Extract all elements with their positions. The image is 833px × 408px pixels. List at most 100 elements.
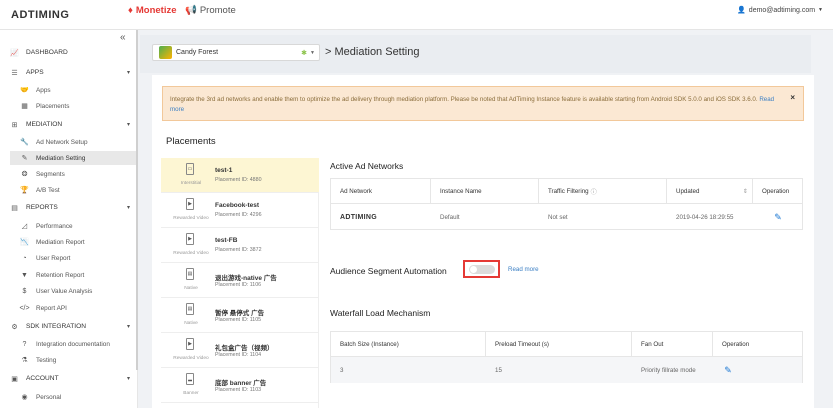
handshake-icon: 🤝: [20, 87, 29, 94]
segment-toggle-switch[interactable]: [469, 265, 495, 274]
nav-promote[interactable]: 📢 Promote: [185, 5, 236, 16]
info-icon: ⓘ: [590, 189, 597, 196]
cogs-icon: ⚙: [11, 323, 18, 331]
megaphone-icon: 📢: [185, 5, 197, 16]
area-chart-icon: ◿: [21, 223, 28, 230]
line-chart-icon: 📉: [20, 239, 29, 246]
list-icon: ☰: [11, 69, 18, 77]
caret-down-icon: ▼: [310, 49, 315, 56]
pie-chart-icon: ◔: [22, 254, 27, 262]
top-bar: ADTIMING ♦ Monetize 📢 Promote 👤 demo@adt…: [0, 0, 833, 30]
segment-read-more-link[interactable]: Read more: [508, 266, 539, 273]
column-header: Batch Size (Instance): [331, 332, 486, 357]
sort-icon: ⇕: [742, 188, 748, 195]
help-icon: ?: [22, 340, 27, 348]
placement-item[interactable]: ▂ Banner 底部 banner 广告 Placement ID: 1103: [161, 368, 319, 403]
placement-item[interactable]: ▶ Rewarded Video test-FB Placement ID: 3…: [161, 228, 319, 263]
sidebar-item-personal[interactable]: ◉ Personal: [20, 390, 137, 404]
banner-icon: ▂: [186, 373, 194, 385]
active-ad-networks-heading: Active Ad Networks: [330, 161, 404, 171]
id-card-icon: ▣: [11, 375, 18, 383]
sidebar-section-dashboard[interactable]: 📈 DASHBOARD: [10, 48, 130, 57]
sidebar-section-mediation[interactable]: ⊞ MEDIATION ▾: [10, 120, 130, 129]
sidebar-item-report-api[interactable]: </> Report API: [19, 301, 137, 315]
android-icon: ✱: [301, 49, 307, 57]
sidebar-item-ab-test[interactable]: 🏆 A/B Test: [20, 183, 137, 197]
user-circle-icon: ◉: [21, 394, 28, 401]
chart-line-icon: 📈: [10, 49, 19, 57]
app-thumbnail: [159, 46, 172, 59]
sidebar-section-apps[interactable]: ☰ APPS ▾: [10, 68, 130, 77]
instance-name: Default: [440, 213, 460, 221]
sidebar-section-reports[interactable]: ▤ REPORTS ▾: [10, 203, 130, 212]
column-header: Operation: [722, 341, 750, 348]
batch-size: 3: [340, 366, 344, 374]
rewarded-video-icon: ▶: [186, 198, 194, 210]
chevron-down-icon: ▾: [126, 70, 130, 76]
info-alert: Integrate the 3rd ad networks and enable…: [162, 86, 804, 121]
nav-monetize[interactable]: ♦ Monetize: [128, 5, 177, 16]
sidebar-scrollbar[interactable]: [136, 30, 138, 370]
sidebar-item-mediation-setting[interactable]: ✎ Mediation Setting: [10, 151, 137, 165]
placement-item[interactable]: ▶ Rewarded Video Facebook-test Placement…: [161, 193, 319, 228]
sidebar-item-ad-network-setup[interactable]: 🔧 Ad Network Setup: [20, 135, 137, 149]
sidebar-item-user-report[interactable]: ◔ User Report: [20, 251, 137, 265]
collapse-sidebar-icon[interactable]: «: [120, 32, 126, 43]
sidebar-item-segments[interactable]: ❂ Segments: [20, 167, 137, 181]
chevron-down-icon: ▾: [126, 324, 130, 330]
sidebar-item-user-value-analysis[interactable]: $ User Value Analysis: [20, 284, 137, 298]
traffic-filtering: Not set: [548, 213, 568, 221]
sidebar-item-integration-documentation[interactable]: ? Integration documentation: [20, 337, 137, 351]
page-title: > Mediation Setting: [325, 46, 420, 58]
placement-item[interactable]: ▤ Native 暂停 悬停式 广告 Placement ID: 1105: [161, 298, 319, 333]
chevron-down-icon: ▾: [126, 205, 130, 211]
filter-icon: ▼: [21, 271, 28, 279]
edit-pencil-icon[interactable]: ✎: [753, 204, 803, 230]
app-selector[interactable]: Candy Forest ✱ ▼: [152, 44, 320, 61]
grid-icon: ▦: [21, 103, 28, 110]
user-menu[interactable]: 👤 demo@adtiming.com ▼: [737, 6, 823, 15]
waterfall-heading: Waterfall Load Mechanism: [330, 308, 431, 318]
waterfall-table: Batch Size (Instance) Preload Timeout (s…: [330, 331, 803, 383]
column-header: Instance Name: [431, 179, 539, 204]
column-header: Fan Out: [632, 332, 713, 357]
sidebar-item-testing[interactable]: ⚗ Testing: [20, 353, 137, 367]
column-header: Traffic Filtering ⓘ: [539, 179, 667, 204]
diamond-icon: ♦: [128, 5, 133, 16]
interstitial-icon: ▭: [186, 163, 194, 175]
sidebar-section-account[interactable]: ▣ ACCOUNT ▾: [10, 374, 130, 383]
rewarded-video-icon: ▶: [186, 233, 194, 245]
sidebar-item-performance[interactable]: ◿ Performance: [20, 219, 137, 233]
preload-timeout: 15: [495, 366, 502, 374]
column-header-sortable[interactable]: Updated ⇕: [667, 179, 753, 204]
wrench-icon: 🔧: [20, 139, 29, 146]
sidebar-section-sdk-integration[interactable]: ⚙ SDK INTEGRATION ▾: [10, 322, 130, 331]
fan-out-mode: Priority fillrate mode: [641, 366, 696, 374]
placement-item[interactable]: ▭ Interstitial test-1 Placement ID: 4880: [161, 158, 319, 193]
testing-icon: ⚗: [21, 357, 28, 364]
placement-item[interactable]: ▤ Native 退出游戏-native 广告 Placement ID: 11…: [161, 263, 319, 298]
code-icon: </>: [19, 304, 30, 312]
placement-item[interactable]: ▶ Rewarded Video 礼包盒广告（视频） Placement ID:…: [161, 333, 319, 368]
adtiming-logo[interactable]: ADTIMING: [11, 9, 69, 21]
trophy-icon: 🏆: [20, 187, 29, 194]
caret-down-icon: ▼: [818, 7, 823, 13]
native-icon: ▤: [186, 303, 194, 315]
dollar-icon: $: [22, 287, 27, 295]
close-icon[interactable]: ×: [790, 93, 795, 103]
sidebar-item-retention-report[interactable]: ▼ Retention Report: [20, 268, 137, 282]
placements-heading: Placements: [166, 136, 216, 147]
sidebar-item-mediation-report[interactable]: 📉 Mediation Report: [20, 235, 137, 249]
edit-pencil-icon[interactable]: ✎: [713, 357, 743, 383]
audience-segment-heading: Audience Segment Automation: [330, 266, 447, 276]
ad-network-logo: ADTIMING: [340, 213, 378, 221]
rewarded-video-icon: ▶: [186, 338, 194, 350]
sidebar-item-placements[interactable]: ▦ Placements: [20, 99, 137, 113]
column-header: Preload Timeout (s): [486, 332, 632, 357]
column-header: Ad Network: [331, 179, 431, 204]
chevron-down-icon: ▾: [126, 376, 130, 382]
sidebar-item-apps[interactable]: 🤝 Apps: [20, 83, 137, 97]
user-icon: 👤: [737, 7, 746, 14]
placements-list: ▭ Interstitial test-1 Placement ID: 4880…: [161, 158, 319, 408]
updated-time: 2019-04-26 18:29:55: [676, 213, 734, 221]
